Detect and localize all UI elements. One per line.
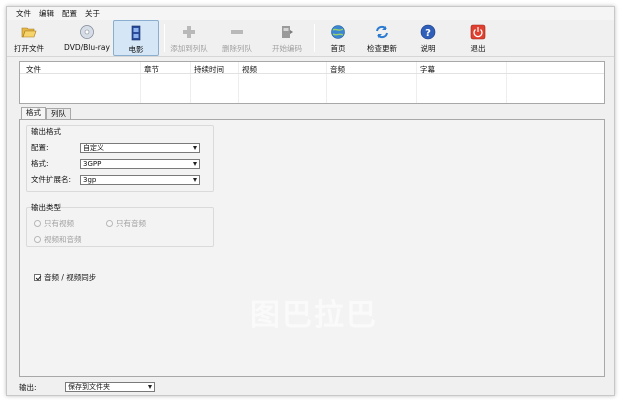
chevron-down-icon [193, 178, 197, 182]
encode-icon [282, 26, 293, 38]
output-value: 保存到文件夹 [68, 383, 110, 391]
output-row: 输出: 保存到文件夹 [19, 381, 602, 395]
exit-button[interactable]: 退出 [465, 20, 491, 56]
toolbar-separator [314, 24, 315, 52]
menu-config[interactable]: 配置 [62, 8, 77, 19]
menu-file[interactable]: 文件 [16, 8, 31, 19]
format-label: 格式: [31, 159, 49, 168]
video-only-label: 只有视频 [44, 219, 74, 228]
tab-strip: 格式 列队 [21, 107, 71, 119]
format-select[interactable]: 3GPP [80, 159, 200, 169]
video-audio-radio[interactable]: 视频和音频 [34, 234, 82, 245]
output-format-group-label: 输出格式 [31, 127, 61, 136]
toolbar: 打开文件 DVD/Blu-ray 电影 添加到列队 删除列队 开始编码 首页 检… [7, 20, 614, 57]
globe-icon [331, 25, 345, 39]
add-to-queue-label: 添加到列队 [170, 44, 208, 53]
movie-label: 电影 [128, 45, 144, 54]
radio-circle [34, 220, 41, 227]
help-button[interactable]: ? 说明 [415, 20, 441, 56]
extension-label: 文件扩展名: [31, 175, 72, 184]
exit-label: 退出 [470, 44, 486, 53]
chevron-down-icon [193, 162, 197, 166]
output-select[interactable]: 保存到文件夹 [65, 382, 155, 392]
tab-format[interactable]: 格式 [21, 107, 46, 119]
menu-about[interactable]: 关于 [85, 8, 100, 19]
watermark: 图巴拉巴 [250, 298, 378, 333]
column-divider [416, 62, 417, 103]
minus-icon [231, 30, 243, 34]
profile-select[interactable]: 自定义 [80, 143, 200, 153]
remove-from-queue-label: 删除列队 [222, 44, 252, 53]
folder-open-icon [21, 27, 37, 38]
output-type-group-label: 输出类型 [31, 203, 61, 212]
format-panel: 图巴拉巴 输出格式 配置: 自定义 格式: 3GPP 文件扩展名: 3gp 输出… [19, 119, 605, 377]
profile-label: 配置: [31, 143, 49, 152]
radio-circle [34, 236, 41, 243]
extension-value: 3gp [83, 176, 97, 184]
video-only-radio[interactable]: 只有视频 [34, 218, 74, 229]
disc-icon [80, 25, 94, 39]
check-update-label: 检查更新 [367, 44, 397, 53]
plus-icon [183, 26, 195, 38]
add-to-queue-button[interactable]: 添加到列队 [169, 20, 209, 56]
column-divider [140, 62, 141, 103]
column-divider [506, 62, 507, 103]
open-file-button[interactable]: 打开文件 [11, 20, 47, 56]
toolbar-separator [164, 24, 165, 52]
audio-only-radio[interactable]: 只有音频 [106, 218, 146, 229]
refresh-icon [376, 25, 388, 39]
column-divider [326, 62, 327, 103]
help-label: 说明 [420, 44, 436, 53]
file-list-table[interactable]: 文件 章节 持续时间 视频 音频 字幕 [19, 61, 605, 104]
audio-only-label: 只有音频 [116, 219, 146, 228]
output-label: 输出: [19, 383, 37, 392]
extension-select[interactable]: 3gp [80, 175, 200, 185]
chevron-down-icon [193, 146, 197, 150]
profile-value: 自定义 [83, 144, 104, 152]
film-icon [131, 25, 141, 41]
app-window: 文件 编辑 配置 关于 打开文件 DVD/Blu-ray 电影 添加到列队 删除… [6, 6, 615, 396]
video-audio-label: 视频和音频 [44, 235, 82, 244]
check-update-button[interactable]: 检查更新 [365, 20, 399, 56]
column-divider [238, 62, 239, 103]
header-divider [20, 73, 604, 74]
checkbox-checked-icon [34, 274, 41, 281]
start-encode-label: 开始编码 [272, 44, 302, 53]
power-icon [470, 24, 486, 40]
menu-edit[interactable]: 编辑 [39, 8, 54, 19]
svg-text:?: ? [425, 28, 431, 39]
home-label: 首页 [330, 44, 346, 53]
menu-bar: 文件 编辑 配置 关于 [7, 7, 614, 20]
dvd-bluray-button[interactable]: DVD/Blu-ray [62, 20, 112, 56]
column-divider [190, 62, 191, 103]
chevron-down-icon [148, 385, 152, 389]
av-sync-checkbox[interactable]: 音频 / 视频同步 [34, 272, 96, 283]
start-encode-button[interactable]: 开始编码 [269, 20, 305, 56]
dvd-bluray-label: DVD/Blu-ray [64, 43, 110, 52]
movie-button[interactable]: 电影 [113, 20, 159, 56]
radio-circle [106, 220, 113, 227]
home-button[interactable]: 首页 [323, 20, 353, 56]
remove-from-queue-button[interactable]: 删除列队 [219, 20, 255, 56]
format-value: 3GPP [83, 160, 102, 168]
av-sync-label: 音频 / 视频同步 [44, 273, 97, 282]
tab-queue[interactable]: 列队 [46, 108, 71, 119]
open-file-label: 打开文件 [14, 44, 44, 53]
help-icon: ? [420, 24, 436, 40]
